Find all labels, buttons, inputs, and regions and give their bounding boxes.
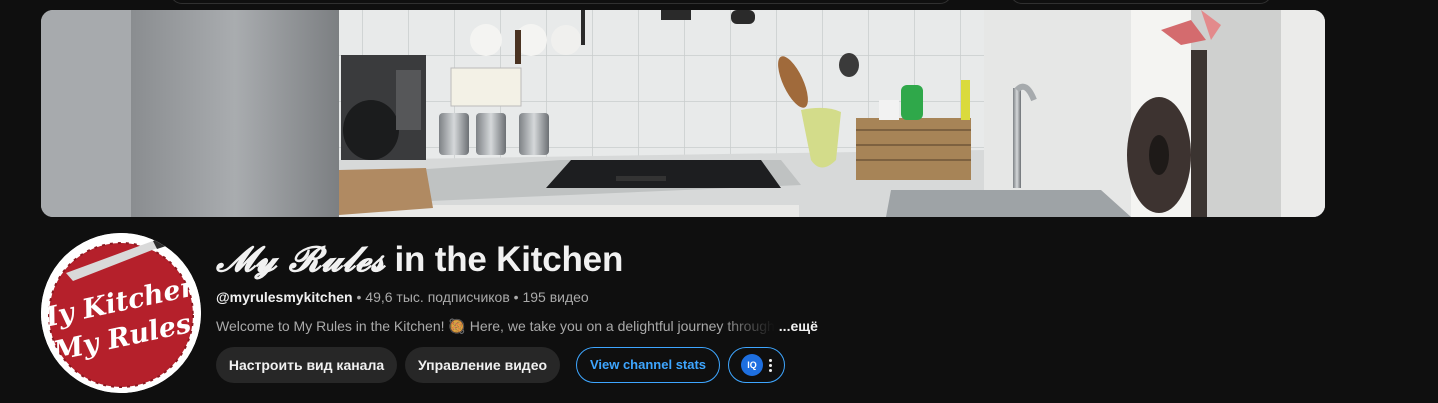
view-channel-stats-button[interactable]: View channel stats	[576, 347, 720, 383]
extension-menu-button[interactable]: IQ	[728, 347, 785, 383]
manage-videos-button[interactable]: Управление видео	[405, 347, 560, 383]
my-kitchen-logo: My Kitchen, My Rules!	[41, 233, 201, 393]
more-vert-icon	[769, 358, 772, 372]
description-text: Welcome to My Rules in the Kitchen! 🥘 He…	[216, 318, 775, 334]
kitchen-banner-image	[41, 10, 1325, 217]
video-count: 195 видео	[522, 289, 589, 305]
channel-banner	[41, 10, 1325, 217]
channel-handle[interactable]: @myrulesmykitchen	[216, 289, 353, 305]
header-control-edge[interactable]	[1010, 0, 1272, 4]
channel-description[interactable]: Welcome to My Rules in the Kitchen! 🥘 He…	[216, 317, 818, 335]
meta-separator: •	[509, 289, 523, 305]
top-header-remnant	[0, 0, 1438, 8]
meta-separator: •	[352, 289, 366, 305]
channel-title: 𝓜𝔂 𝓡𝓾𝓵𝓮𝓼 in the Kitchen	[216, 238, 623, 282]
search-bar-edge[interactable]	[170, 0, 952, 4]
customize-channel-button[interactable]: Настроить вид канала	[216, 347, 397, 383]
channel-meta: @myrulesmykitchen • 49,6 тыс. подписчико…	[216, 288, 589, 306]
channel-title-fancy: 𝓜𝔂 𝓡𝓾𝓵𝓮𝓼	[216, 239, 385, 280]
more-link[interactable]: ...ещё	[779, 318, 818, 334]
channel-avatar[interactable]: My Kitchen, My Rules!	[41, 233, 201, 393]
iq-icon: IQ	[741, 354, 763, 376]
subscriber-count: 49,6 тыс. подписчиков	[365, 289, 510, 305]
channel-title-rest: in the Kitchen	[385, 240, 624, 279]
